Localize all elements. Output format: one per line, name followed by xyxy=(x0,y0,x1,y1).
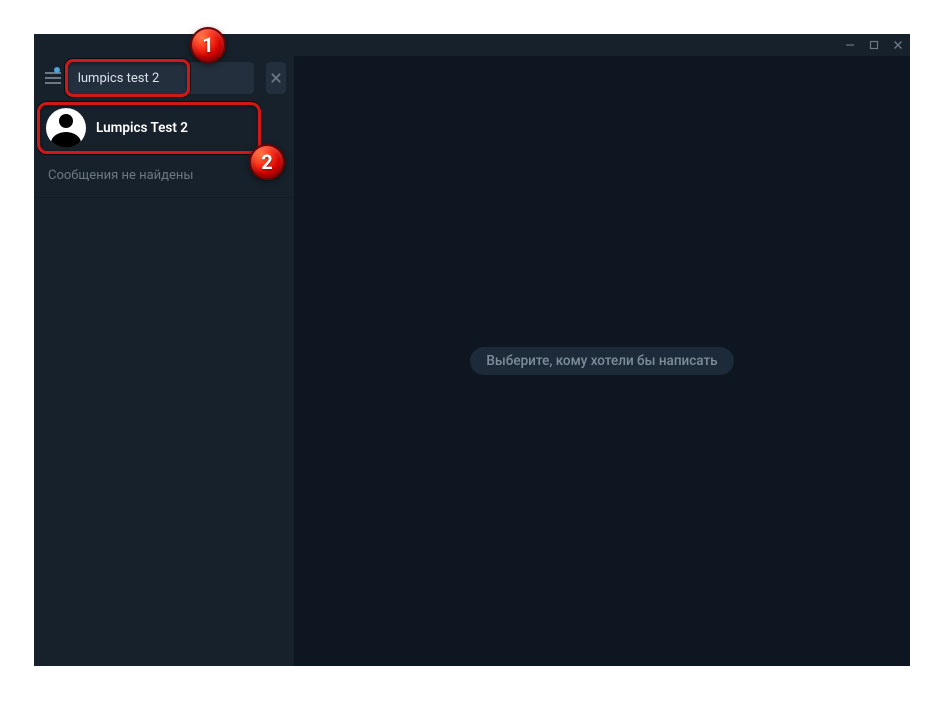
clear-search-button[interactable] xyxy=(266,62,286,94)
search-wrap xyxy=(68,62,254,94)
result-name: Lumpics Test 2 xyxy=(96,120,188,136)
app-window: Lumpics Test 2 Сообщения не найдены Выбе… xyxy=(34,34,910,666)
sidebar: Lumpics Test 2 Сообщения не найдены xyxy=(34,56,294,666)
maximize-button[interactable] xyxy=(862,34,886,56)
menu-icon xyxy=(45,72,61,84)
main-panel: Выберите, кому хотели бы написать xyxy=(294,56,910,666)
app-body: Lumpics Test 2 Сообщения не найдены Выбе… xyxy=(34,56,910,666)
close-icon xyxy=(270,72,282,84)
title-bar xyxy=(34,34,910,56)
avatar xyxy=(46,108,86,148)
search-result-wrap: Lumpics Test 2 xyxy=(34,100,294,156)
no-messages-label: Сообщения не найдены xyxy=(34,156,294,198)
search-result-item[interactable]: Lumpics Test 2 xyxy=(34,100,294,156)
minimize-button[interactable] xyxy=(838,34,862,56)
close-button[interactable] xyxy=(886,34,910,56)
search-input[interactable] xyxy=(68,62,254,94)
menu-button[interactable] xyxy=(44,63,62,93)
notification-dot-icon xyxy=(54,67,60,73)
empty-state-prompt: Выберите, кому хотели бы написать xyxy=(470,347,733,375)
search-row xyxy=(34,56,294,100)
